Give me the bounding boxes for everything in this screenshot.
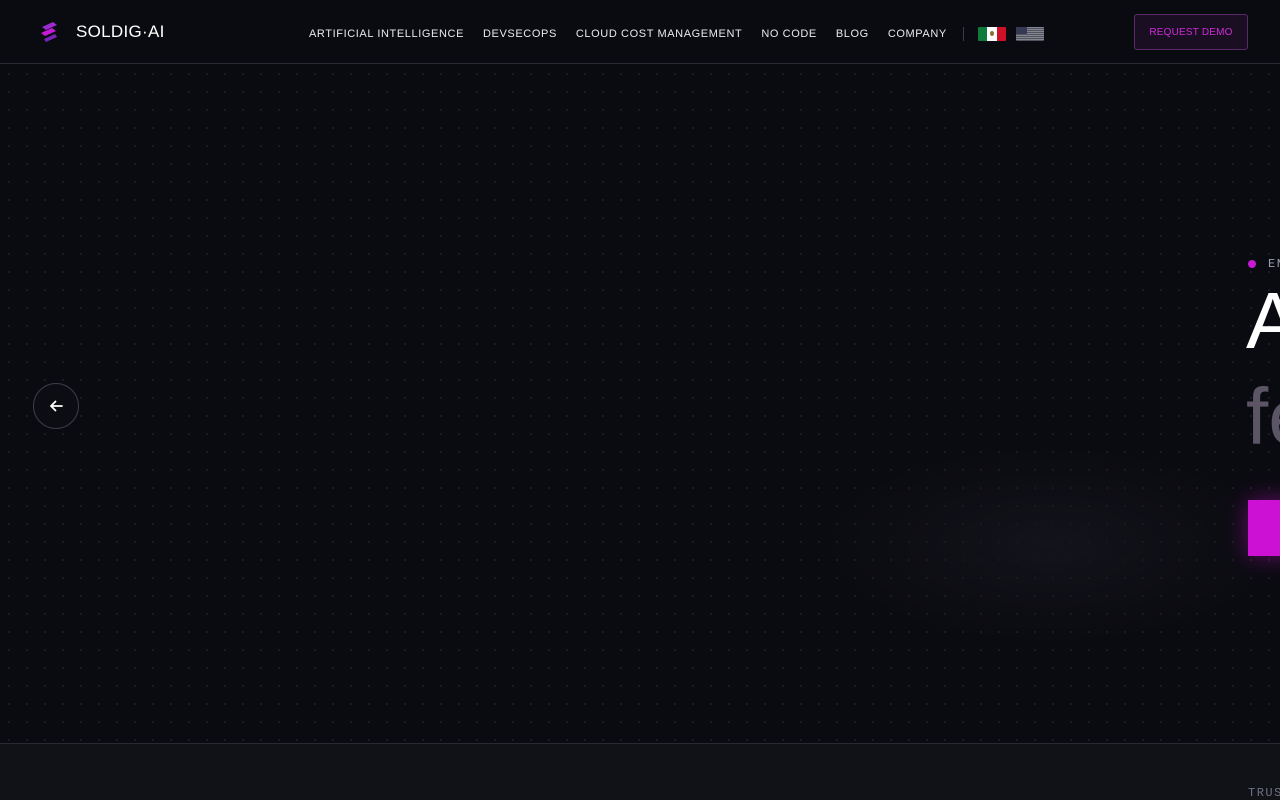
us-flag-icon[interactable] — [1015, 27, 1044, 41]
hero-cta-button[interactable] — [1248, 500, 1280, 556]
eyebrow-text: EN — [1268, 257, 1280, 271]
nav-item-cloud-cost-management[interactable]: CLOUD COST MANAGEMENT — [576, 28, 742, 40]
nav-item-blog[interactable]: BLOG — [836, 28, 869, 40]
trusted-by-label: TRUS — [1248, 786, 1280, 800]
hero-headline-line-2: fe — [1246, 372, 1280, 461]
mexico-flag-icon[interactable] — [977, 27, 1006, 41]
request-demo-button[interactable]: REQUEST DEMO — [1134, 14, 1248, 50]
carousel-prev-button[interactable] — [33, 383, 79, 429]
arrow-left-icon — [50, 400, 63, 412]
nav-item-company[interactable]: COMPANY — [888, 28, 947, 40]
site-header: SOLDIG·AI ARTIFICIAL INTELLIGENCE DEVSEC… — [0, 0, 1280, 64]
logo-text: SOLDIG·AI — [76, 22, 165, 41]
trusted-by-band: TRUS — [0, 743, 1280, 800]
main-nav: ARTIFICIAL INTELLIGENCE DEVSECOPS CLOUD … — [309, 27, 1054, 41]
soldig-logo-icon — [41, 22, 57, 42]
nav-divider — [962, 27, 964, 41]
logo[interactable]: SOLDIG·AI — [38, 20, 165, 44]
hero-headline-line-1: A — [1246, 276, 1280, 365]
hero-section: EN A fe — [0, 65, 1280, 743]
nav-item-no-code[interactable]: NO CODE — [761, 28, 817, 40]
nav-item-devsecops[interactable]: DEVSECOPS — [483, 28, 557, 40]
hero-glow — [820, 445, 1280, 645]
eyebrow-dot-icon — [1248, 260, 1256, 268]
hero-eyebrow: EN — [1248, 257, 1280, 271]
nav-item-artificial-intelligence[interactable]: ARTIFICIAL INTELLIGENCE — [309, 28, 464, 40]
